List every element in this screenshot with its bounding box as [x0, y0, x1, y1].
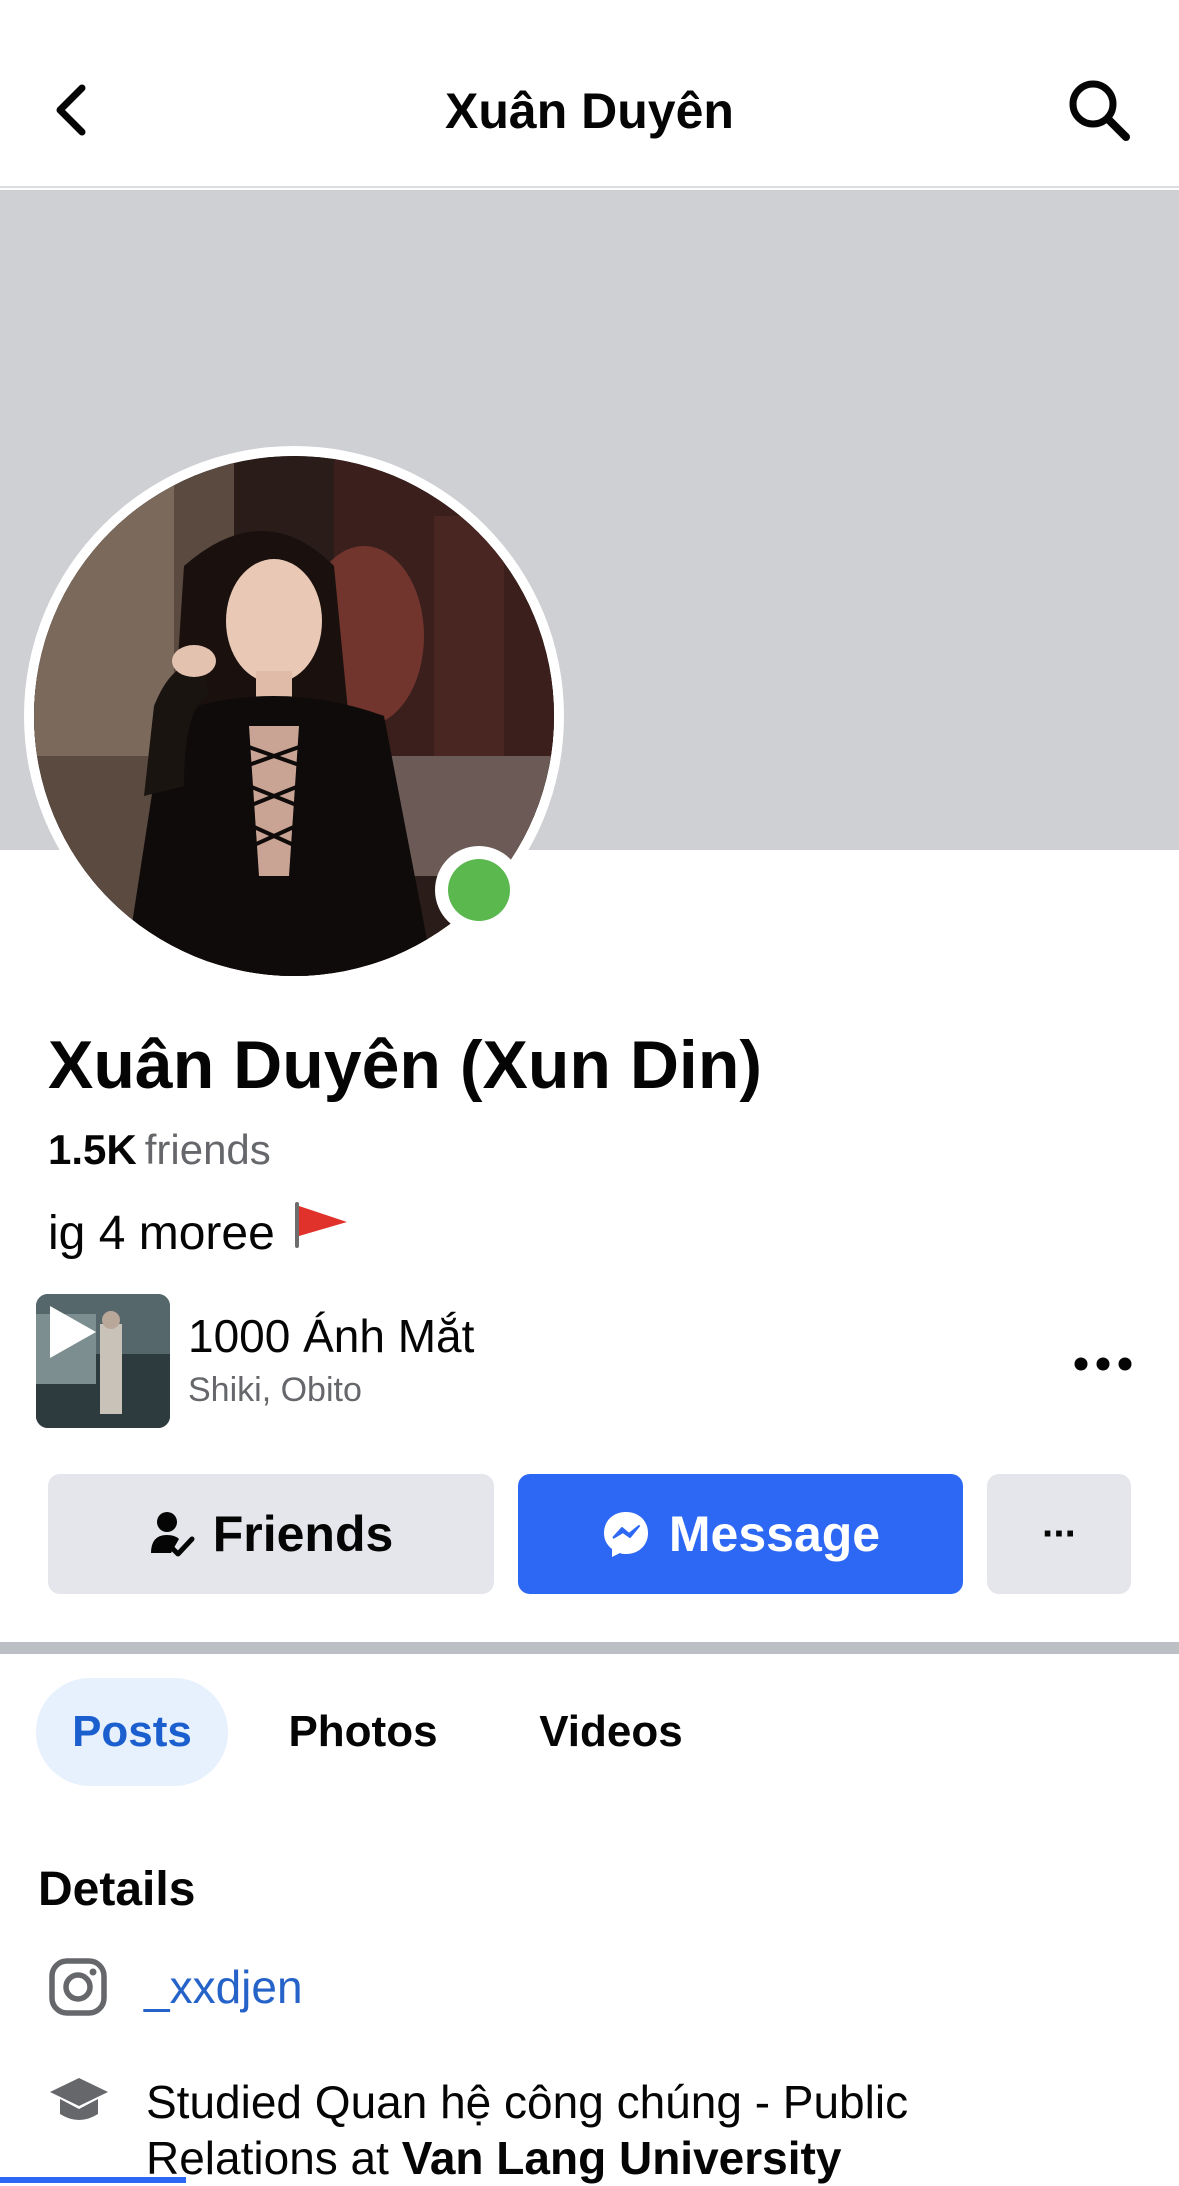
music-album-art[interactable] [36, 1294, 170, 1428]
profile-music[interactable]: 1000 Ánh Mắt Shiki, Obito [36, 1294, 1143, 1428]
search-icon [1069, 80, 1130, 141]
scroll-indicator [0, 2177, 186, 2183]
more-actions-label: ··· [1042, 1511, 1078, 1556]
friends-button[interactable]: Friends [48, 1474, 494, 1594]
graduation-cap-icon [50, 2078, 108, 2120]
instagram-link[interactable]: _xxdjen [144, 1960, 303, 2014]
back-button[interactable] [40, 70, 100, 150]
music-song-title: 1000 Ánh Mắt [188, 1310, 475, 1362]
music-more-button[interactable] [1063, 1324, 1143, 1404]
section-divider [0, 1642, 1179, 1654]
friend-check-icon [149, 1509, 195, 1559]
friends-count-value: 1.5K [48, 1126, 137, 1173]
chevron-left-icon [56, 84, 86, 136]
education-school[interactable]: Van Lang University [402, 2132, 842, 2184]
detail-instagram: _xxdjen [48, 1952, 303, 2022]
online-status-icon [448, 859, 510, 921]
instagram-icon [49, 1958, 107, 2016]
detail-education: Studied Quan hệ công chúng - Public Rela… [48, 2074, 1148, 2186]
search-button[interactable] [1059, 70, 1139, 150]
music-artist: Shiki, Obito [188, 1371, 362, 1409]
more-horizontal-icon [1074, 1357, 1132, 1371]
details-heading: Details [38, 1863, 196, 1916]
tab-photos[interactable]: Photos [268, 1678, 458, 1786]
tab-videos[interactable]: Videos [518, 1678, 704, 1786]
education-text: Studied Quan hệ công chúng - Public Rela… [146, 2074, 1046, 2186]
more-actions-button[interactable]: ··· [987, 1474, 1131, 1594]
friends-count-label: friends [144, 1126, 271, 1173]
friends-count[interactable]: 1.5K friends [48, 1122, 271, 1178]
friends-button-label: Friends [212, 1506, 394, 1562]
tab-posts[interactable]: Posts [36, 1678, 228, 1786]
message-button-label: Message [668, 1506, 881, 1562]
top-bar: Xuân Duyên [0, 0, 1179, 188]
page-title: Xuân Duyên [445, 83, 734, 139]
message-button[interactable]: Message [518, 1474, 963, 1594]
messenger-icon [601, 1509, 651, 1559]
red-flag-icon [291, 1200, 351, 1267]
bio-text: ig 4 moree [48, 1206, 275, 1260]
profile-name: Xuân Duyên (Xun Din) [48, 1027, 762, 1103]
bio: ig 4 moree [48, 1200, 351, 1267]
